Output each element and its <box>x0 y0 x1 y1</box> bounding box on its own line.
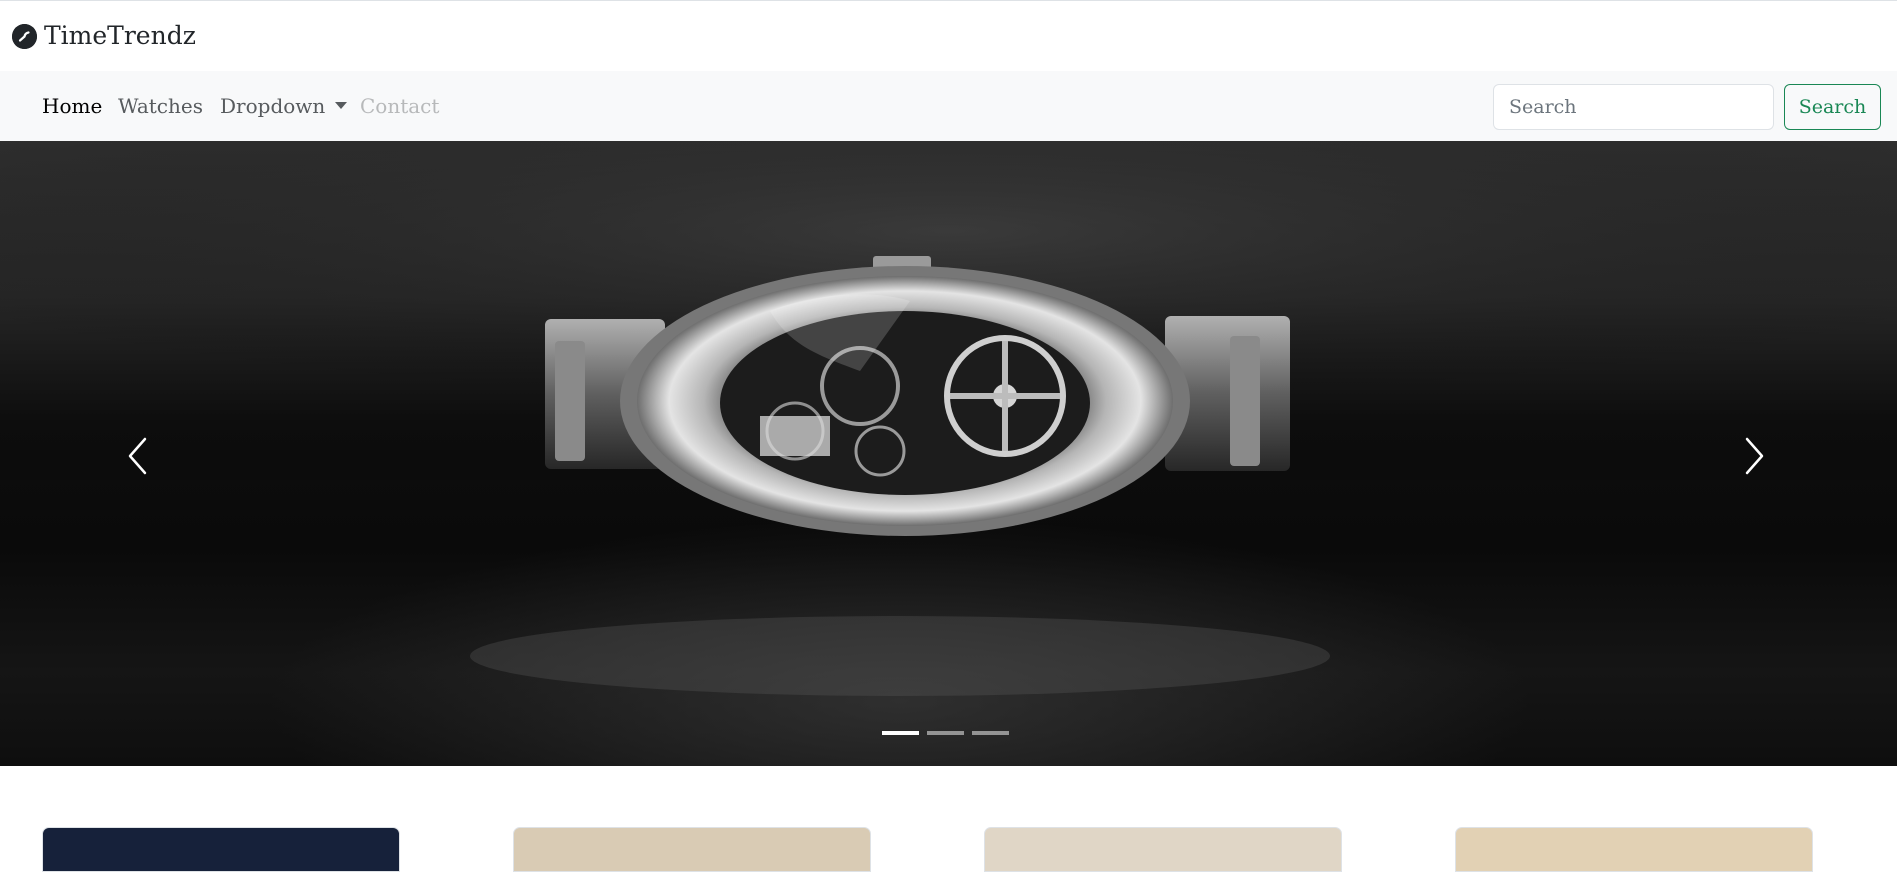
caret-down-icon <box>335 102 348 109</box>
top-header: TimeTrendz <box>0 0 1897 71</box>
chevron-right-icon <box>1745 437 1764 475</box>
carousel-indicator-1[interactable] <box>882 731 919 735</box>
product-card-image[interactable] <box>513 827 871 872</box>
clock-logo-icon[interactable] <box>12 24 37 49</box>
product-card-image[interactable] <box>1455 827 1813 872</box>
product-card-image[interactable] <box>984 827 1342 872</box>
nav-item-contact: Contact <box>360 94 440 118</box>
watch-hero-image <box>0 141 1897 696</box>
carousel-indicator-2[interactable] <box>927 731 964 735</box>
carousel-indicator-3[interactable] <box>972 731 1009 735</box>
hero-carousel <box>0 141 1897 766</box>
carousel-next-button[interactable] <box>1734 431 1774 481</box>
search-input[interactable] <box>1493 84 1774 130</box>
nav-item-dropdown-label: Dropdown <box>220 94 326 118</box>
brand-name[interactable]: TimeTrendz <box>44 20 196 52</box>
chevron-left-icon <box>128 437 147 475</box>
nav-item-watches[interactable]: Watches <box>118 93 203 119</box>
nav-item-home[interactable]: Home <box>42 93 102 119</box>
main-navbar: Home Watches Dropdown Contact Search <box>0 71 1897 141</box>
carousel-prev-button[interactable] <box>118 431 158 481</box>
search-button[interactable]: Search <box>1784 84 1881 130</box>
nav-item-dropdown[interactable]: Dropdown <box>220 93 348 119</box>
product-card-image[interactable] <box>42 827 400 872</box>
